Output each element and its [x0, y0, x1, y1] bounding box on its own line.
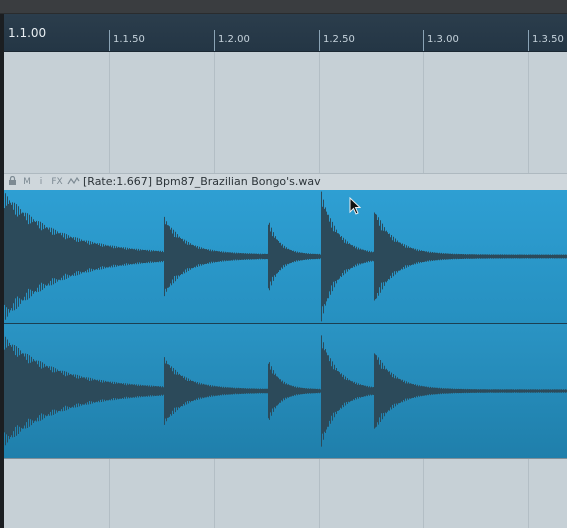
- ruler-tick: [214, 30, 215, 51]
- lock-icon[interactable]: [7, 175, 17, 188]
- waveform-right: [4, 335, 567, 447]
- ruler-tick: [423, 30, 424, 51]
- waveform-left: [4, 191, 567, 322]
- mute-button[interactable]: M: [21, 176, 33, 188]
- info-button[interactable]: i: [36, 176, 46, 188]
- envelope-icon[interactable]: [66, 176, 80, 188]
- clip-bottom-border: [4, 458, 567, 459]
- ruler-tick-label: 1.2.00: [218, 34, 250, 45]
- ruler-tick: [528, 30, 529, 51]
- mouse-pointer-icon: [349, 197, 361, 215]
- clip-title: [Rate:1.667] Bpm87_Brazilian Bongo's.wav: [83, 175, 321, 188]
- ruler-position-label: 1.1.00: [8, 26, 47, 40]
- ruler-tick-label: 1.1.50: [113, 34, 145, 45]
- ruler-tick: [109, 30, 110, 51]
- fx-button[interactable]: FX: [50, 176, 64, 188]
- top-toolbar-strip: [0, 0, 567, 14]
- waveform-channel-left: [4, 190, 567, 323]
- ruler-tick-label: 1.3.50: [532, 34, 564, 45]
- ruler-tick-label: 1.2.50: [323, 34, 355, 45]
- waveform-channel-right: [4, 324, 567, 458]
- ruler-tick: [319, 30, 320, 51]
- audio-clip[interactable]: [4, 190, 567, 458]
- timeline-ruler[interactable]: 1.1.00 1.1.50 1.2.00 1.2.50 1.3.00 1.3.5…: [0, 14, 567, 52]
- ruler-tick-label: 1.3.00: [427, 34, 459, 45]
